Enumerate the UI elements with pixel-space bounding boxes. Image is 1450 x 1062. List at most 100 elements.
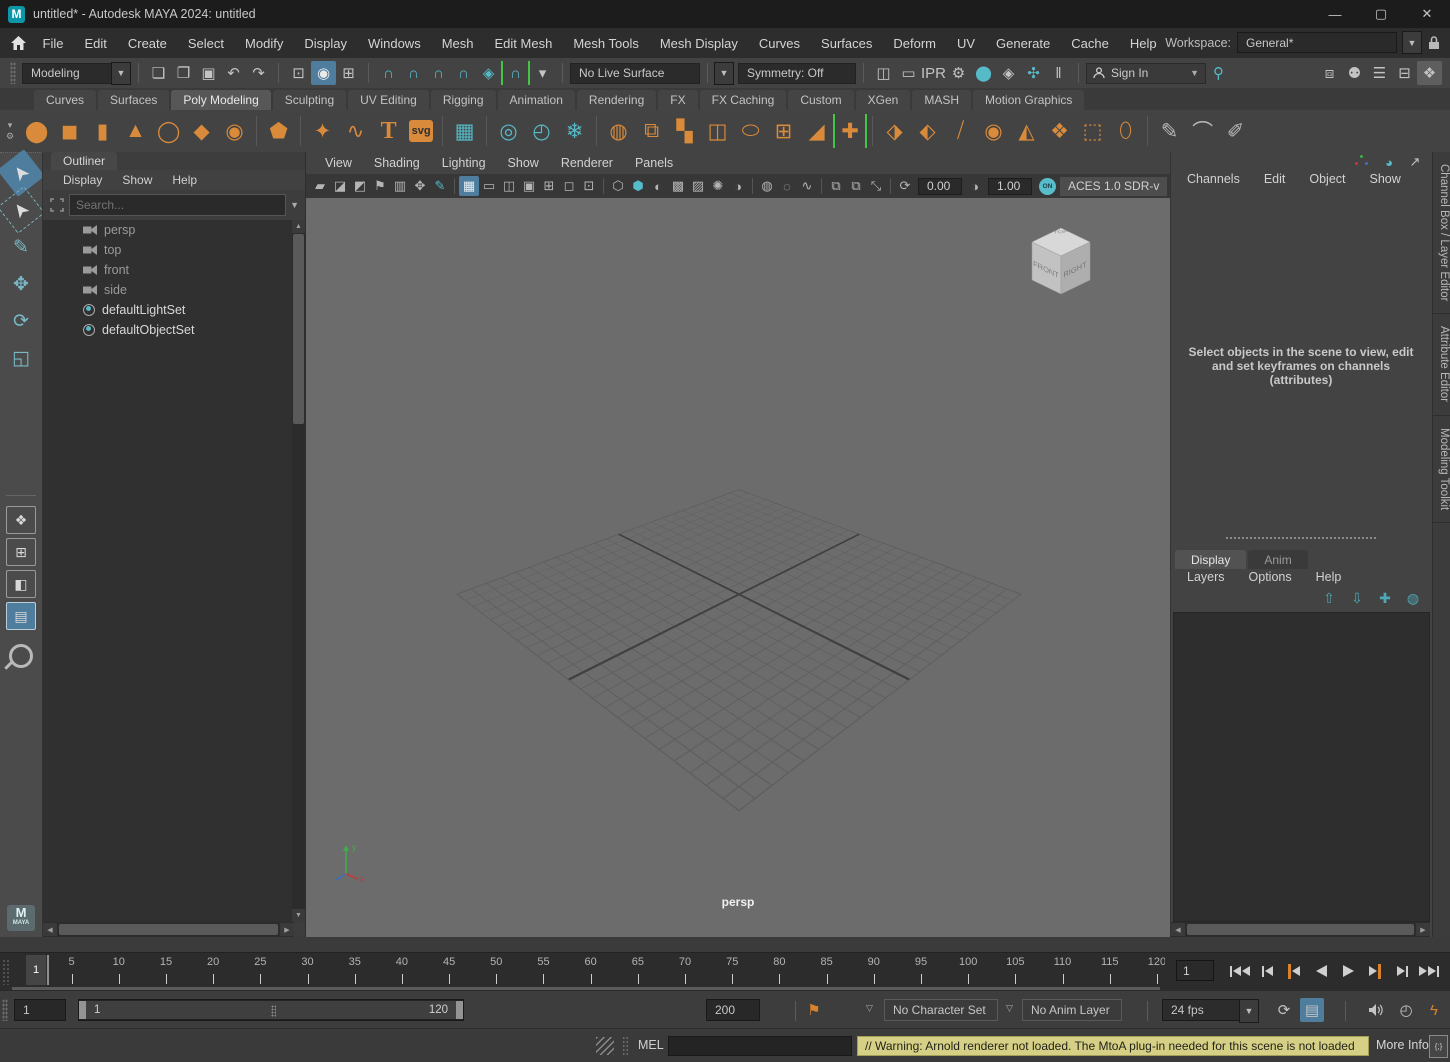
sidebar-vertical-tab[interactable]: Attribute Editor — [1433, 314, 1450, 415]
shelf-tab[interactable]: Animation — [498, 90, 575, 110]
character-set-field[interactable]: No Character Set — [884, 999, 998, 1021]
fps-select[interactable]: 24 fps — [1162, 999, 1240, 1021]
workspace-select[interactable]: General* — [1237, 32, 1397, 53]
view-transform-toggle[interactable]: ON — [1039, 178, 1056, 195]
gamma-field[interactable]: 1.00 — [988, 178, 1032, 195]
channel-box-horizontal-scrollbar[interactable]: ◀ ▶ — [1171, 922, 1430, 937]
outliner-menu-item[interactable]: Display — [53, 173, 112, 187]
search-settings-icon[interactable]: ⚲ — [1206, 61, 1231, 85]
minimize-button[interactable]: — — [1312, 0, 1358, 28]
step-back-frame-button[interactable] — [1255, 958, 1279, 984]
grid-icon[interactable]: ▦ — [459, 176, 479, 196]
make-live-icon[interactable]: ∩ — [501, 61, 530, 85]
layout-two-pane-button[interactable]: ◧ — [6, 570, 36, 598]
step-forward-key-button[interactable] — [1363, 958, 1387, 984]
boolean-icon[interactable]: ◍ — [602, 114, 635, 148]
maya-avatar-icon[interactable]: MMAYA — [7, 905, 35, 931]
scroll-left-icon[interactable]: ◀ — [1171, 923, 1185, 936]
playback-speed-icon[interactable]: ◴ — [1394, 998, 1418, 1022]
menu-set-selector[interactable]: Modeling — [22, 63, 112, 84]
bookmark-add-icon[interactable]: ⚑ — [802, 998, 826, 1022]
go-to-start-button[interactable] — [1228, 958, 1252, 984]
curve-pencil-icon[interactable]: ✎ — [1153, 114, 1186, 148]
evaluation-mode-icon[interactable]: ϟ — [1422, 998, 1446, 1022]
view-cube[interactable]: TOP FRONT RIGHT — [1022, 220, 1100, 304]
viewport-menu-item[interactable]: Renderer — [550, 156, 624, 170]
outliner-item-persp[interactable]: persp — [43, 220, 294, 240]
extrude-icon[interactable]: ⬗ — [878, 114, 911, 148]
menu-item[interactable]: Generate — [986, 36, 1061, 51]
shelf-gear-icon[interactable]: ⚙ — [6, 132, 14, 141]
motion-blur-icon[interactable]: ◌ — [777, 176, 797, 196]
range-slider[interactable]: 1 120 — [78, 999, 464, 1021]
viewport-menu-item[interactable]: Panels — [624, 156, 684, 170]
panel-splitter[interactable] — [1226, 537, 1376, 539]
uv-pin-icon[interactable]: ⬯ — [1109, 114, 1142, 148]
graph-editor-icon[interactable]: ↗ — [1406, 154, 1424, 170]
contrast-icon[interactable]: ◑ — [965, 176, 985, 196]
render-view-ball-icon[interactable]: ⬤ — [971, 61, 996, 85]
anim-layer-caret-icon[interactable]: ▽ — [1006, 1003, 1013, 1014]
loop-mode-icon[interactable]: ⟳ — [1272, 998, 1296, 1022]
menu-item[interactable]: Edit — [74, 36, 117, 51]
poly-helix-icon[interactable]: ∿ — [339, 114, 372, 148]
layer-editor-tab[interactable]: Anim — [1248, 550, 1307, 569]
sculpt-icon[interactable]: ❖ — [1043, 114, 1076, 148]
layout-single-pane-button[interactable]: ❖ — [6, 506, 36, 534]
lasso-select-tool[interactable]: ➤ — [0, 186, 45, 234]
poly-cylinder-icon[interactable]: ▮ — [86, 114, 119, 148]
menu-item[interactable]: Modify — [235, 36, 294, 51]
search-caret-icon[interactable]: ▼ — [290, 200, 299, 210]
shelf-tab[interactable]: MASH — [912, 90, 971, 110]
resolution-gate-icon[interactable]: ◫ — [499, 176, 519, 196]
menu-item[interactable]: Help — [1119, 36, 1167, 51]
channel-box-menu-item[interactable]: Object — [1297, 172, 1357, 186]
outliner-item-side[interactable]: side — [43, 280, 294, 300]
selection-mask-icon[interactable] — [49, 197, 65, 213]
two-d-pan-zoom-icon[interactable]: ✥ — [410, 176, 430, 196]
poly-cone-icon[interactable]: ▲ — [119, 114, 152, 148]
lock-camera-icon[interactable]: ◪ — [330, 176, 350, 196]
more-info-link[interactable]: More Info — [1376, 1038, 1429, 1052]
render-settings-icon[interactable]: ⚙ — [946, 61, 971, 85]
field-chart-icon[interactable]: ⊞ — [539, 176, 559, 196]
snap-to-point-icon[interactable]: ∩ — [426, 61, 451, 85]
shelf-tab[interactable]: Poly Modeling — [171, 90, 270, 110]
outliner-search-input[interactable] — [69, 194, 286, 216]
shelf-tab[interactable]: Rigging — [431, 90, 496, 110]
outliner-item-top[interactable]: top — [43, 240, 294, 260]
fps-caret-icon[interactable]: ▼ — [1239, 999, 1259, 1023]
wireframe-on-shaded-icon[interactable]: ◐ — [648, 176, 668, 196]
camera-icon[interactable]: ▰ — [310, 176, 330, 196]
anim-layer-field[interactable]: No Anim Layer — [1022, 999, 1122, 1021]
current-frame-field[interactable] — [1176, 960, 1214, 981]
home-icon[interactable] — [6, 32, 30, 54]
paint-effects-icon[interactable]: ✣ — [1021, 61, 1046, 85]
move-tool[interactable]: ✥ — [4, 267, 38, 301]
new-layer-from-selected-icon[interactable]: ◍ — [1404, 590, 1422, 606]
open-scene-icon[interactable]: ❐ — [171, 61, 196, 85]
scroll-right-icon[interactable]: ▶ — [280, 923, 294, 936]
shelf-tab[interactable]: Custom — [788, 90, 853, 110]
pause-viewport-icon[interactable]: ‖ — [1046, 61, 1071, 85]
add-divisions-icon[interactable]: ⊞ — [767, 114, 800, 148]
menu-item[interactable]: Mesh Tools — [563, 36, 650, 51]
outliner-item-defaultObjectSet[interactable]: defaultObjectSet — [43, 320, 294, 340]
shelf-menu-icon[interactable]: ▾ — [8, 121, 13, 130]
range-end-handle[interactable] — [456, 1001, 463, 1019]
outliner-item-front[interactable]: front — [43, 260, 294, 280]
character-set-caret-icon[interactable]: ▽ — [866, 1003, 873, 1014]
exposure-icon[interactable]: ⟳ — [895, 176, 915, 196]
snap-to-view-plane-icon[interactable]: ◈ — [476, 61, 501, 85]
shelf-tab[interactable]: FX — [658, 90, 697, 110]
poly-sphere-icon[interactable]: ⬤ — [20, 114, 53, 148]
layer-editor-menu-item[interactable]: Options — [1237, 570, 1304, 584]
camera-attributes-icon[interactable]: ◩ — [350, 176, 370, 196]
quad-draw-icon[interactable]: ✚ — [833, 114, 867, 148]
render-current-frame-icon[interactable]: ▭ — [896, 61, 921, 85]
lookdev-view-icon[interactable]: ◈ — [996, 61, 1021, 85]
menu-item[interactable]: File — [32, 36, 74, 51]
command-line-grip[interactable] — [622, 1036, 629, 1056]
menu-item[interactable]: Display — [294, 36, 358, 51]
maximize-button[interactable]: ▢ — [1358, 0, 1404, 28]
